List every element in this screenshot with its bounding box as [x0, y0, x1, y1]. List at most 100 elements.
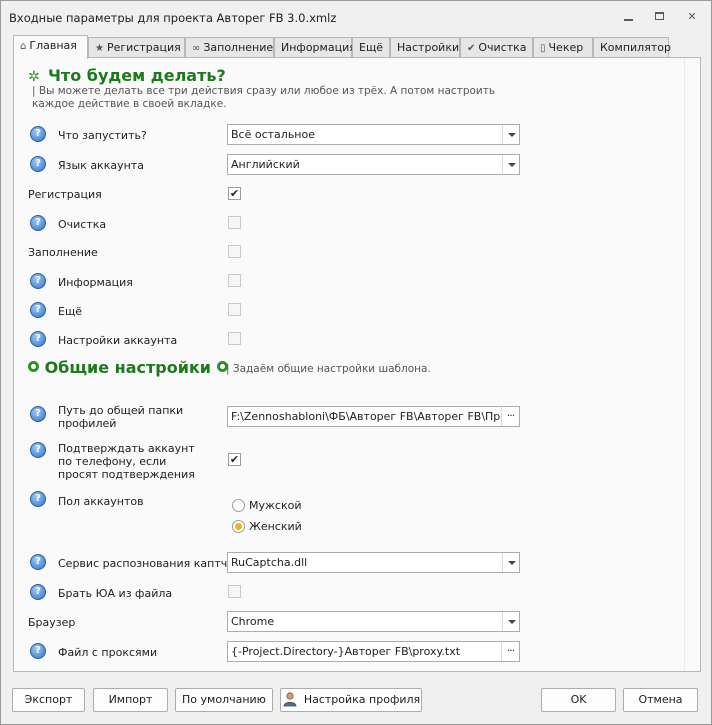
- browse-button[interactable]: ···: [501, 642, 519, 661]
- phone-icon: ▯: [540, 43, 546, 54]
- captcha-label: Сервис распознования каптчи: [58, 557, 235, 570]
- maximize-icon: [655, 12, 664, 20]
- tab-label: Ещё: [359, 41, 384, 54]
- help-icon[interactable]: ?: [30, 584, 46, 600]
- defaults-button[interactable]: По умолчанию: [175, 688, 273, 712]
- filling-checkbox[interactable]: [228, 245, 241, 258]
- run-select[interactable]: Всё остальное: [227, 124, 520, 145]
- tab-main[interactable]: ⌂ Главная: [13, 35, 88, 59]
- proxy-label: Файл с проксями: [58, 646, 158, 659]
- profiles-path-input[interactable]: F:\Zennoshabloni\ФБ\Авторег FB\Авторег F…: [227, 406, 520, 427]
- gender-male-radio[interactable]: [232, 499, 245, 512]
- gear-icon: ✲: [28, 69, 40, 85]
- tab-label: Компилятор: [600, 41, 671, 54]
- import-button[interactable]: Импорт: [93, 688, 168, 712]
- profiles-path-value: F:\Zennoshabloni\ФБ\Авторег FB\Авторег F…: [231, 410, 520, 423]
- cancel-button[interactable]: Отмена: [623, 688, 698, 712]
- tab-panel: ✲ Что будем делать? | Вы можете делать вс…: [13, 57, 701, 672]
- close-button[interactable]: ✕: [685, 10, 699, 24]
- user-icon: [282, 691, 298, 707]
- vertical-scrollbar[interactable]: [684, 58, 700, 671]
- more-checkbox[interactable]: [228, 303, 241, 316]
- captcha-select[interactable]: RuCaptcha.dll: [227, 552, 520, 573]
- tab-checker[interactable]: ▯ Чекер: [533, 37, 593, 58]
- browser-select[interactable]: Chrome: [227, 611, 520, 632]
- check-icon: ✔: [467, 43, 476, 54]
- maximize-button[interactable]: [653, 10, 667, 24]
- account-settings-checkbox[interactable]: [228, 332, 241, 345]
- section-description: | Задаём общие настройки шаблона.: [226, 363, 431, 375]
- close-icon: ✕: [687, 10, 697, 23]
- tab-registration[interactable]: ★ Регистрация: [88, 37, 185, 58]
- profile-settings-button[interactable]: Настройка профиля: [280, 688, 422, 712]
- cleanup-label: Очистка: [58, 218, 107, 231]
- help-icon[interactable]: ?: [30, 406, 46, 422]
- settings-form: ✲ Что будем делать? | Вы можете делать вс…: [14, 58, 684, 671]
- section-heading-text: Что будем делать?: [48, 66, 226, 85]
- tab-label: Информация: [281, 41, 356, 54]
- minimize-icon: [624, 19, 633, 21]
- help-icon[interactable]: ?: [30, 491, 46, 507]
- help-icon[interactable]: ?: [30, 302, 46, 318]
- tab-compiler[interactable]: Компилятор: [593, 37, 671, 58]
- infinity-icon: ∞: [192, 43, 201, 54]
- tab-filling[interactable]: ∞ Заполнение: [185, 37, 274, 58]
- ua-checkbox[interactable]: [228, 585, 241, 598]
- tab-information[interactable]: Информация: [274, 37, 356, 58]
- more-label: Ещё: [58, 305, 83, 318]
- browse-button[interactable]: ···: [501, 407, 519, 426]
- tab-label: Очистка: [478, 41, 527, 54]
- tab-label: Настройки: [397, 41, 460, 54]
- window-title: Входные параметры для проекта Авторег FB…: [9, 11, 337, 25]
- title-bar: Входные параметры для проекта Авторег FB…: [1, 1, 711, 33]
- ok-button[interactable]: OK: [541, 688, 616, 712]
- tab-more[interactable]: Ещё: [352, 37, 390, 58]
- chevron-down-icon[interactable]: [502, 155, 519, 174]
- filling-label: Заполнение: [28, 246, 98, 259]
- gender-label: Пол аккаунтов: [58, 495, 144, 508]
- dialog-window: Входные параметры для проекта Авторег FB…: [0, 0, 712, 725]
- help-icon[interactable]: ?: [30, 156, 46, 172]
- home-icon: ⌂: [20, 41, 27, 52]
- help-icon[interactable]: ?: [30, 554, 46, 570]
- help-icon[interactable]: ?: [30, 215, 46, 231]
- help-icon[interactable]: ?: [30, 273, 46, 289]
- gender-female-label[interactable]: Женский: [249, 520, 302, 533]
- run-value: Всё остальное: [231, 128, 315, 141]
- tab-label: Чекер: [548, 41, 584, 54]
- language-select[interactable]: Английский: [227, 154, 520, 175]
- language-value: Английский: [231, 158, 300, 171]
- help-icon[interactable]: ?: [30, 126, 46, 142]
- help-icon[interactable]: ?: [30, 442, 46, 458]
- chevron-down-icon[interactable]: [502, 553, 519, 572]
- gender-male-label[interactable]: Мужской: [249, 499, 301, 512]
- proxy-value: {-Project.Directory-}Авторег FB\proxy.tx…: [231, 645, 461, 658]
- tab-cleanup[interactable]: ✔ Очистка: [460, 37, 533, 58]
- registration-label: Регистрация: [28, 188, 102, 201]
- help-icon[interactable]: ?: [30, 643, 46, 659]
- gender-female-radio[interactable]: [232, 520, 245, 533]
- help-icon[interactable]: ?: [30, 331, 46, 347]
- language-label: Язык аккаунта: [58, 159, 144, 172]
- section-description: | Вы можете делать все три действия сраз…: [32, 85, 496, 110]
- information-label: Информация: [58, 276, 133, 289]
- registration-checkbox[interactable]: ✔: [228, 187, 241, 200]
- browser-value: Chrome: [231, 615, 275, 628]
- information-checkbox[interactable]: [228, 274, 241, 287]
- tab-label: Главная: [29, 39, 77, 52]
- minimize-button[interactable]: [622, 10, 636, 24]
- tab-settings[interactable]: Настройки: [390, 37, 460, 58]
- export-button[interactable]: Экспорт: [12, 688, 85, 712]
- confirm-phone-label: Подтверждать аккаунт по телефону, если п…: [58, 442, 195, 481]
- chevron-down-icon[interactable]: [502, 125, 519, 144]
- star-icon: ★: [95, 43, 104, 54]
- section-heading-text: Общие настройки: [44, 358, 212, 377]
- ua-label: Брать ЮА из файла: [58, 587, 173, 600]
- bullet-icon: [28, 361, 39, 372]
- proxy-input[interactable]: {-Project.Directory-}Авторег FB\proxy.tx…: [227, 641, 520, 662]
- tab-label: Регистрация: [106, 41, 181, 54]
- chevron-down-icon[interactable]: [502, 612, 519, 631]
- confirm-phone-checkbox[interactable]: ✔: [228, 453, 241, 466]
- profiles-path-label: Путь до общей папки профилей: [58, 404, 184, 430]
- cleanup-checkbox[interactable]: [228, 216, 241, 229]
